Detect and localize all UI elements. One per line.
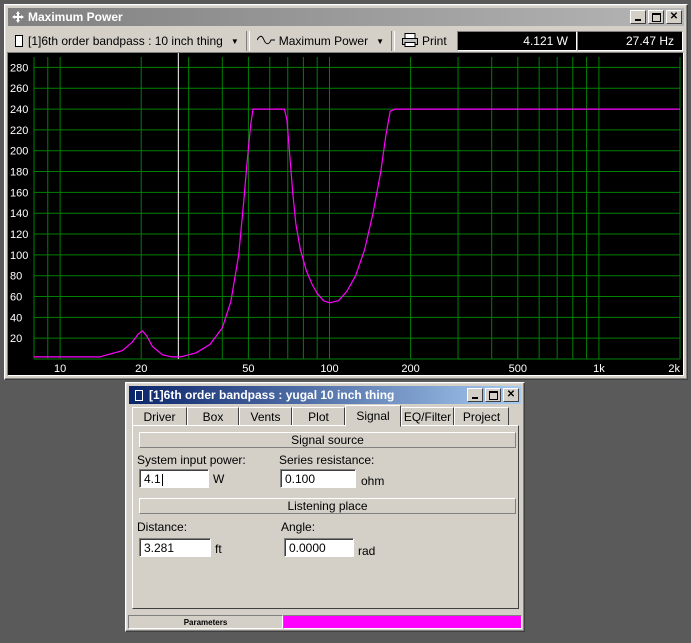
close-button[interactable]: ✕ (503, 388, 519, 402)
y-tick-label: 140 (10, 208, 28, 220)
distance-field[interactable]: 3.281 (139, 538, 211, 557)
maximize-button[interactable] (648, 10, 664, 24)
dialog-titlebar[interactable]: [1]6th order bandpass : yugal 10 inch th… (129, 386, 521, 404)
tab-eq-filter[interactable]: EQ/Filter (401, 407, 454, 426)
y-tick-label: 160 (10, 187, 28, 199)
minimize-icon (472, 397, 478, 399)
tab-box[interactable]: Box (187, 407, 239, 426)
tab-plot[interactable]: Plot (292, 407, 345, 426)
x-tick-label: 2k (668, 363, 680, 375)
x-tick-label: 1k (593, 363, 605, 375)
status-text: Parameters (128, 615, 283, 629)
graph-select[interactable]: Maximum Power ▼ (252, 30, 389, 52)
max-power-chart[interactable]: 20 40 60 80 100 120 140 160 180 200 220 240 260 280 10… (7, 52, 684, 376)
maximize-button[interactable] (485, 388, 501, 402)
tab-label: Vents (250, 409, 281, 424)
y-tick-label: 260 (10, 83, 28, 95)
print-label: Print (422, 34, 447, 48)
y-tick-label: 220 (10, 125, 28, 137)
y-tick-label: 80 (10, 271, 22, 283)
tab-label: Project (462, 409, 501, 424)
tab-vents[interactable]: Vents (239, 407, 292, 426)
listening-place-header: Listening place (139, 498, 516, 514)
signal-panel: Signal source System input power: 4.1 W … (132, 425, 519, 609)
max-power-curve (34, 108, 680, 358)
input-power-unit: W (213, 472, 225, 486)
main-titlebar[interactable]: Maximum Power ✕ (8, 8, 684, 26)
y-tick-label: 40 (10, 312, 22, 324)
close-button[interactable]: ✕ (666, 10, 682, 24)
y-tick-label: 100 (10, 250, 28, 262)
y-tick-label: 60 (10, 292, 22, 304)
chart-svg[interactable]: 20 40 60 80 100 120 140 160 180 200 220 240 260 280 10… (8, 53, 683, 375)
chevron-down-icon: ▼ (376, 36, 385, 46)
distance-label: Distance: (137, 520, 188, 534)
series-resistance-label: Series resistance: (279, 453, 375, 467)
toolbar-separator (391, 31, 396, 51)
print-button[interactable]: Print (397, 30, 452, 52)
document-icon (15, 35, 23, 47)
tab-label: Plot (308, 409, 329, 424)
text-caret (161, 473, 163, 486)
project-select[interactable]: [1]6th order bandpass : 10 inch thing ▼ (10, 30, 244, 52)
x-tick-label: 500 (509, 363, 527, 375)
input-power-label: System input power: (137, 453, 246, 467)
project-select-label: [1]6th order bandpass : 10 inch thing (28, 34, 223, 48)
tab-driver[interactable]: Driver (132, 407, 187, 426)
minimize-button[interactable] (630, 10, 646, 24)
tab-project[interactable]: Project (454, 407, 509, 426)
frequency-readout: 27.47 Hz (577, 31, 683, 51)
y-tick-label: 240 (10, 104, 28, 116)
input-power-value: 4.1 (144, 472, 161, 486)
maximize-icon (488, 390, 498, 400)
dialog-tabs: Driver Box Vents Plot Signal EQ/Filter P… (132, 405, 518, 427)
tab-label: Driver (143, 409, 176, 424)
series-resistance-unit: ohm (361, 474, 385, 488)
signal-source-header: Signal source (139, 432, 516, 448)
series-resistance-field[interactable]: 0.100 (280, 469, 356, 488)
waveform-icon (256, 34, 275, 48)
tab-signal[interactable]: Signal (345, 405, 401, 427)
tab-label: Signal (356, 409, 390, 423)
tab-label: EQ/Filter (403, 409, 452, 424)
y-tick-label: 200 (10, 146, 28, 158)
angle-label: Angle: (281, 520, 316, 534)
y-tick-label: 280 (10, 62, 28, 74)
y-tick-label: 20 (10, 333, 22, 345)
main-window-title: Maximum Power (28, 10, 123, 24)
x-tick-label: 50 (242, 363, 254, 375)
graph-select-label: Maximum Power (278, 34, 369, 48)
printer-icon (402, 32, 419, 50)
y-tick-label: 120 (10, 229, 28, 241)
status-bar: Parameters (128, 615, 522, 629)
document-icon (132, 388, 146, 402)
minimize-button[interactable] (467, 388, 483, 402)
y-tick-label: 180 (10, 167, 28, 179)
maximize-icon (651, 12, 661, 22)
minimize-icon (635, 19, 641, 21)
x-tick-label: 20 (135, 363, 147, 375)
distance-unit: ft (215, 542, 222, 556)
chevron-down-icon: ▼ (230, 36, 239, 46)
close-icon: ✕ (669, 11, 679, 22)
x-tick-label: 100 (320, 363, 338, 375)
input-power-field[interactable]: 4.1 (139, 469, 209, 488)
move-cross-icon (11, 10, 25, 24)
angle-field[interactable]: 0.0000 (284, 538, 354, 557)
tab-label: Box (202, 409, 224, 424)
power-readout: 4.121 W (457, 31, 577, 51)
close-icon: ✕ (506, 389, 516, 400)
dialog-title: [1]6th order bandpass : yugal 10 inch th… (149, 388, 395, 402)
x-tick-label: 10 (54, 363, 66, 375)
status-indicator (283, 615, 522, 629)
toolbar-separator (245, 31, 250, 51)
angle-unit: rad (358, 544, 376, 558)
x-tick-label: 200 (401, 363, 419, 375)
project-dialog: [1]6th order bandpass : yugal 10 inch th… (125, 382, 525, 632)
